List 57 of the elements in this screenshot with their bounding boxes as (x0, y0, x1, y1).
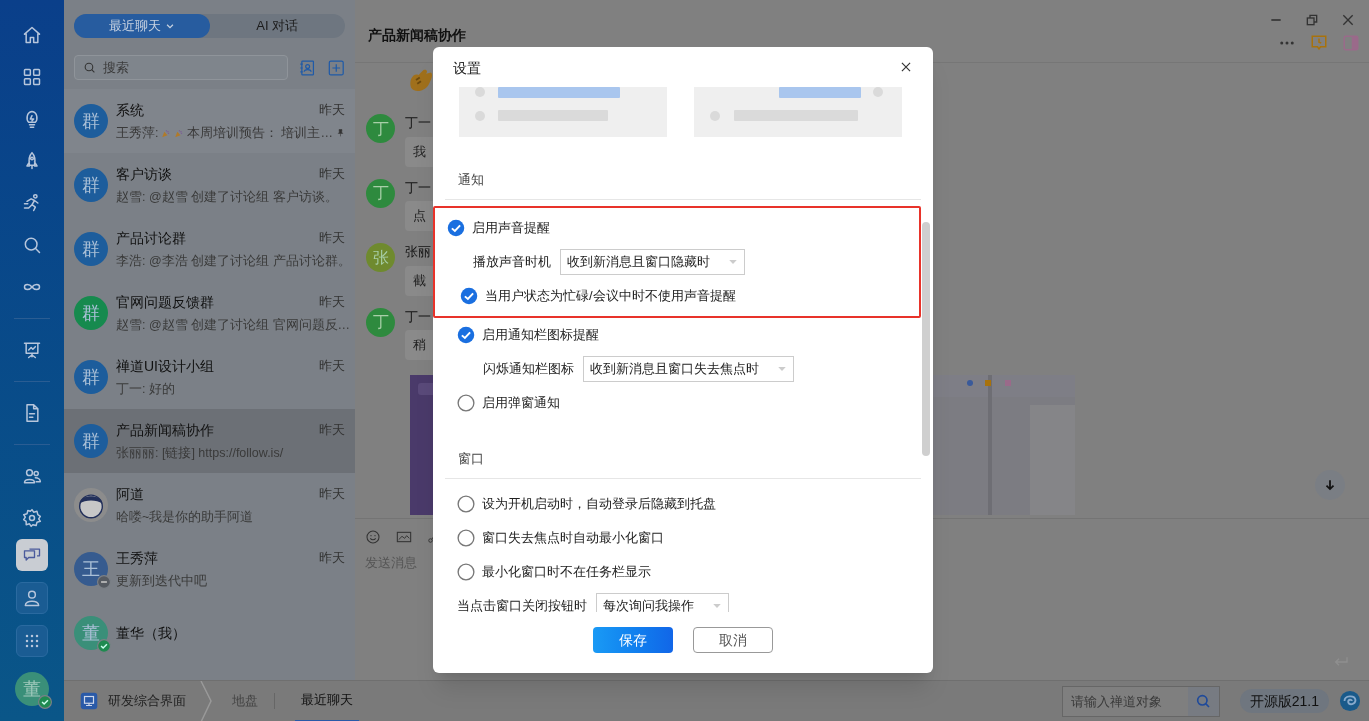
avatar: 张 (366, 243, 395, 272)
conversation-time: 昨天 (319, 229, 345, 248)
avatar: 丁 (366, 307, 395, 337)
checkbox-label: 启用声音提醒 (472, 219, 550, 238)
conversation-time: 昨天 (319, 165, 345, 184)
avatar: 群 (74, 104, 108, 138)
conversation-time: 昨天 (319, 101, 345, 120)
avatar: 丁 (366, 178, 395, 208)
conversation-name: 产品新闻稿协作 (116, 420, 214, 440)
message-preview: 王秀萍: (116, 124, 159, 142)
avatar: 董 (74, 616, 108, 650)
sender-name: 张丽 (405, 243, 432, 261)
conversation-name: 系统 (116, 100, 144, 120)
message-preview: 本周培训预告： 培训主… (187, 124, 333, 142)
message-preview: 赵雪: @赵雪 创建了讨论组 客户访谈。 (116, 188, 338, 206)
conversation-name: 王秀萍 (116, 548, 158, 568)
checkbox-label: 窗口失去焦点时自动最小化窗口 (482, 529, 664, 548)
conversation-name: 阿道 (116, 484, 144, 504)
conversation-time: 昨天 (319, 357, 345, 376)
dialog-title: 设置 (453, 58, 481, 78)
version-badge: 开源版21.1 (1239, 689, 1329, 713)
conversation-name: 董华（我） (116, 623, 186, 643)
conversation-time: 昨天 (319, 293, 345, 312)
message-preview: 哈喽~我是你的助手阿道 (116, 508, 254, 526)
conversation-name: 禅道UI设计小组 (116, 356, 214, 376)
section-title: 窗口 (457, 449, 484, 468)
checkbox-label: 启用通知栏图标提醒 (482, 326, 599, 345)
avatar: 王 (74, 552, 108, 586)
avatar: 群 (74, 360, 108, 394)
message-preview: 张丽丽: [链接] https://follow.is/ (116, 444, 284, 462)
avatar: 群 (74, 296, 108, 330)
conversation-name: 客户访谈 (116, 164, 172, 184)
message-text: 点 (413, 207, 426, 226)
conversation-name: 产品讨论群 (116, 228, 186, 248)
message-text: 稍 (413, 336, 426, 355)
conversation-name: 官网问题反馈群 (116, 292, 214, 312)
message-text: 截 (413, 271, 426, 290)
avatar: 群 (74, 424, 108, 458)
field-label: 当点击窗口关闭按钮时 (457, 597, 587, 612)
message-preview: 李浩: @李浩 创建了讨论组 产品讨论群。 (116, 252, 351, 270)
avatar: 群 (74, 232, 108, 266)
checkbox-label: 启用弹窗通知 (482, 394, 560, 413)
message-text: 我 (413, 142, 426, 161)
avatar: 群 (74, 168, 108, 202)
checkbox-label: 当用户状态为忙碌/会议中时不使用声音提醒 (485, 287, 736, 306)
checkbox-label: 最小化窗口时不在任务栏显示 (482, 563, 651, 582)
message-preview: 更新到迭代中吧 (116, 572, 207, 590)
conversation-time: 昨天 (319, 549, 345, 568)
chat-title: 产品新闻稿协作 (368, 26, 466, 45)
avatar: 丁 (366, 114, 395, 143)
section-title: 通知 (457, 170, 484, 189)
conversation-time: 昨天 (319, 485, 345, 504)
message-preview: 赵雪: @赵雪 创建了讨论组 官网问题反… (116, 316, 351, 334)
field-label: 闪烁通知栏图标 (483, 360, 574, 379)
conversation-time: 昨天 (319, 421, 345, 440)
checkbox-label: 设为开机启动时，自动登录后隐藏到托盘 (482, 495, 716, 514)
field-label: 播放声音时机 (473, 253, 551, 272)
